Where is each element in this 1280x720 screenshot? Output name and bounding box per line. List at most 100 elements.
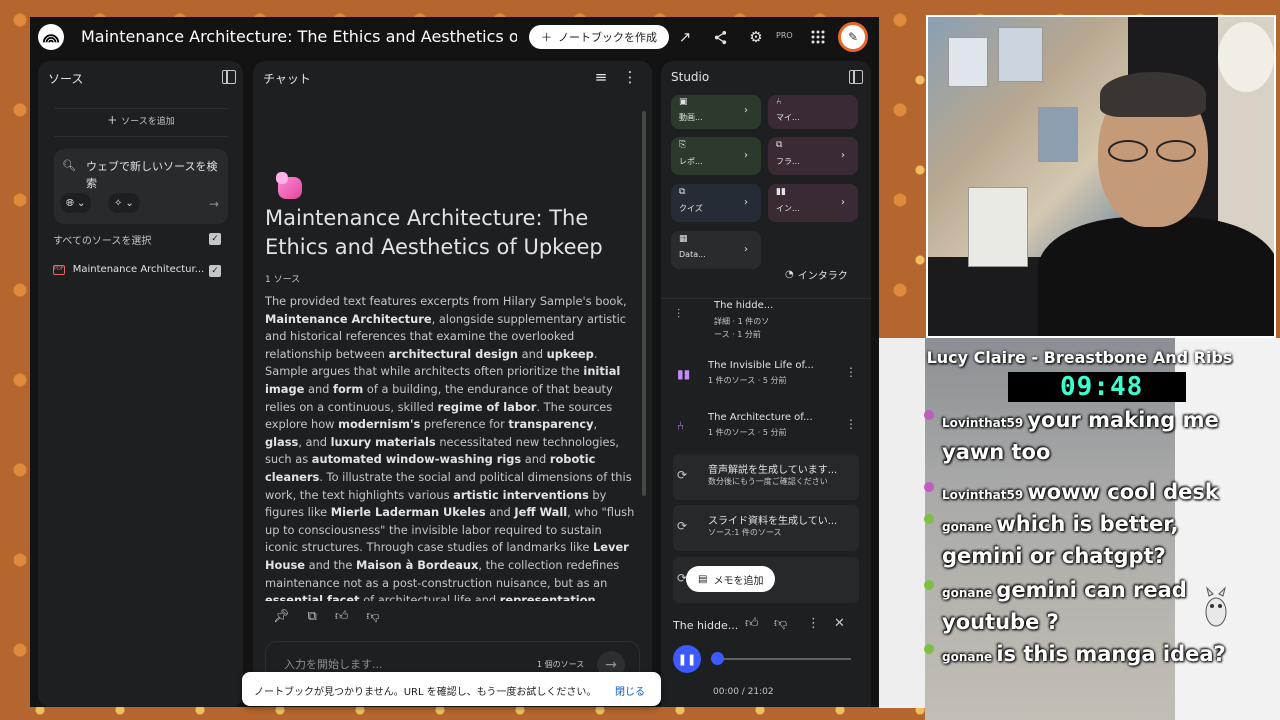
apps-grid-icon[interactable] [808,27,828,47]
studio-note-item[interactable]: ⟳ 音声解説を生成しています... 数分後にもう一度ご確認ください [673,454,859,500]
interactive-icon: ◔ [785,268,794,280]
summary-keyword: representation [499,593,596,601]
quiz-icon: ⧉ [679,187,686,197]
note-title: The hidde... [714,300,774,311]
user-badge-icon [924,644,934,654]
chat-panel: チャット ≡ ⋮ Maintenance Architecture: The E… [253,61,652,707]
pin-icon[interactable]: 📌︎ [273,609,290,627]
chevron-right-icon: › [744,105,748,116]
report-icon: ⎘ [679,140,687,150]
stream-chat-overlay: Lucy Claire - Breastbone And Ribs 09:48 … [879,338,1280,720]
chat-message: Lovinthat59 woww cool desk [924,476,1242,508]
more-vert-icon[interactable]: ⋮ [845,365,857,379]
note-title: The Architecture of... [708,412,813,423]
progress-track[interactable] [716,658,851,660]
tune-settings-icon[interactable]: ≡ [591,67,611,87]
create-notebook-button[interactable]: ＋ ノートブックを作成 [529,25,669,49]
summary-text: The provided text features excerpts from… [265,294,627,308]
summary-text: of architectural life and [359,593,500,601]
summary-keyword: automated window-washing rigs [311,452,522,467]
chat-scrollbar[interactable] [642,111,646,496]
add-source-button[interactable]: + ソースを追加 [54,113,228,131]
chevron-right-icon: › [841,197,845,208]
user-avatar[interactable]: ✎ [838,22,868,52]
chat-input-placeholder[interactable]: 入力を開始します... [284,656,383,672]
studio-note-item[interactable]: ⟳ スライド資料を生成してい... ソース:1 件のソース [673,505,859,551]
notebook-summary: The provided text features excerpts from… [265,293,637,601]
studio-tile-report[interactable]: ⎘ レポ... › [671,137,761,175]
source-checkbox[interactable]: ✓ [209,265,221,277]
studio-note-item[interactable]: ▮▮ The Invisible Life of... 1 件のソース · 5 … [673,353,859,399]
thumb-down-icon[interactable]: 👎︎ [774,616,787,631]
add-note-button[interactable]: ▤ メモを追加 [686,566,776,592]
copy-icon[interactable]: ⧉ [308,609,317,627]
player-title: The hidde... [673,619,739,632]
chat-message: gonane which is better, gemini or chatgp… [924,508,1242,572]
more-vert-icon[interactable]: ⋮ [845,417,857,431]
notebooklm-window: Maintenance Architecture: The Ethics and… [30,17,879,707]
source-item[interactable]: PDF Maintenance Architectur... [53,264,205,275]
studio-tile-data-table[interactable]: ▦ Data... › [671,231,761,269]
collapse-panel-icon[interactable] [222,70,236,84]
chat-message: gonane gemini can read youtube ? [924,574,1242,638]
note-subtitle: ソース:1 件のソース [708,528,782,537]
chevron-down-icon: ⌄ [125,197,134,209]
studio-tile-mindmap[interactable]: ⑃ マイ... [768,95,858,129]
settings-gear-icon[interactable]: ⚙ [746,27,766,47]
globe-icon: 🌐︎ [66,197,74,209]
studio-note-item[interactable]: ⑃ The Architecture of... 1 件のソース · 5 分前 … [673,405,859,451]
chat-username: gonane [942,520,997,534]
thumb-up-icon[interactable]: 👍︎ [335,609,349,627]
share-icon[interactable] [710,27,730,47]
player-time: 00:00 / 21:02 [713,687,774,697]
studio-tile-flashcards[interactable]: ⧉ フラ... › [768,137,858,175]
close-icon[interactable]: ✕ [834,616,845,631]
chevron-right-icon: › [744,197,748,208]
studio-note-item[interactable]: ⫶ The hidde... 詳細 · 1 件のソース · 1 分前 [673,293,859,339]
chat-username: gonane [942,586,997,600]
chevron-right-icon: › [744,150,748,161]
video-icon: ▣ [679,97,688,107]
chat-username: gonane [942,650,997,664]
research-mode-dropdown[interactable]: ✧ ⌄ [108,193,140,213]
studio-tile-infographic[interactable]: ▮▮ イン... › [768,184,858,222]
user-badge-icon [924,410,934,420]
toast-close-button[interactable]: 閉じる [615,683,645,698]
pro-badge: PRO [776,31,793,40]
select-all-checkbox[interactable]: ✓ [209,233,221,245]
note-subtitle: 1 件のソース · 5 分前 [708,376,787,385]
thumb-down-icon[interactable]: 👎︎ [366,609,379,627]
note-title: 音声解説を生成しています... [708,465,838,476]
summary-keyword: architectural design [388,346,518,361]
interactive-mode-button[interactable]: ◔ インタラク [777,263,856,285]
chat-notebook-title: Maintenance Architecture: The Ethics and… [265,206,603,259]
sync-icon: ⟳ [677,468,688,482]
more-vert-icon[interactable]: ⋮ [807,616,820,631]
analytics-icon[interactable]: ↗ [675,27,695,47]
studio-header: Studio [671,70,710,84]
web-source-dropdown[interactable]: 🌐︎ ⌄ [60,193,92,213]
notebooklm-logo-icon[interactable] [38,24,64,50]
web-search-input[interactable]: ウェブで新しいソースを検索 [86,158,221,192]
notebook-title[interactable]: Maintenance Architecture: The Ethics and… [81,27,517,46]
flashcard-icon: ⧉ [776,140,783,150]
chat-source-count: 1 ソース [265,275,301,285]
collapse-panel-icon[interactable] [849,70,863,84]
table-icon: ▦ [679,234,688,244]
more-vert-icon[interactable]: ⋮ [620,67,640,87]
note-title: スライド資料を生成してい... [708,516,838,527]
thumb-up-icon[interactable]: 👍︎ [745,616,759,631]
submit-arrow-icon[interactable]: → [205,195,223,213]
pause-button[interactable]: ❚❚ [673,645,701,673]
studio-tile-video[interactable]: ▣ 動画... › [671,95,761,129]
progress-handle[interactable] [711,652,724,665]
overlay-background [879,338,925,708]
chat-scroll-area[interactable]: Maintenance Architecture: The Ethics and… [253,101,652,601]
summary-keyword: transparency [508,417,594,432]
studio-tile-quiz[interactable]: ⧉ クイズ › [671,184,761,222]
summary-keyword: Maison à Bordeaux [355,557,479,572]
plus-icon: ＋ [541,31,552,44]
summary-keyword: upkeep [546,346,594,361]
audio-waveform-icon: ⫶ [677,307,681,321]
source-item-label: Maintenance Architectur... [72,264,205,275]
